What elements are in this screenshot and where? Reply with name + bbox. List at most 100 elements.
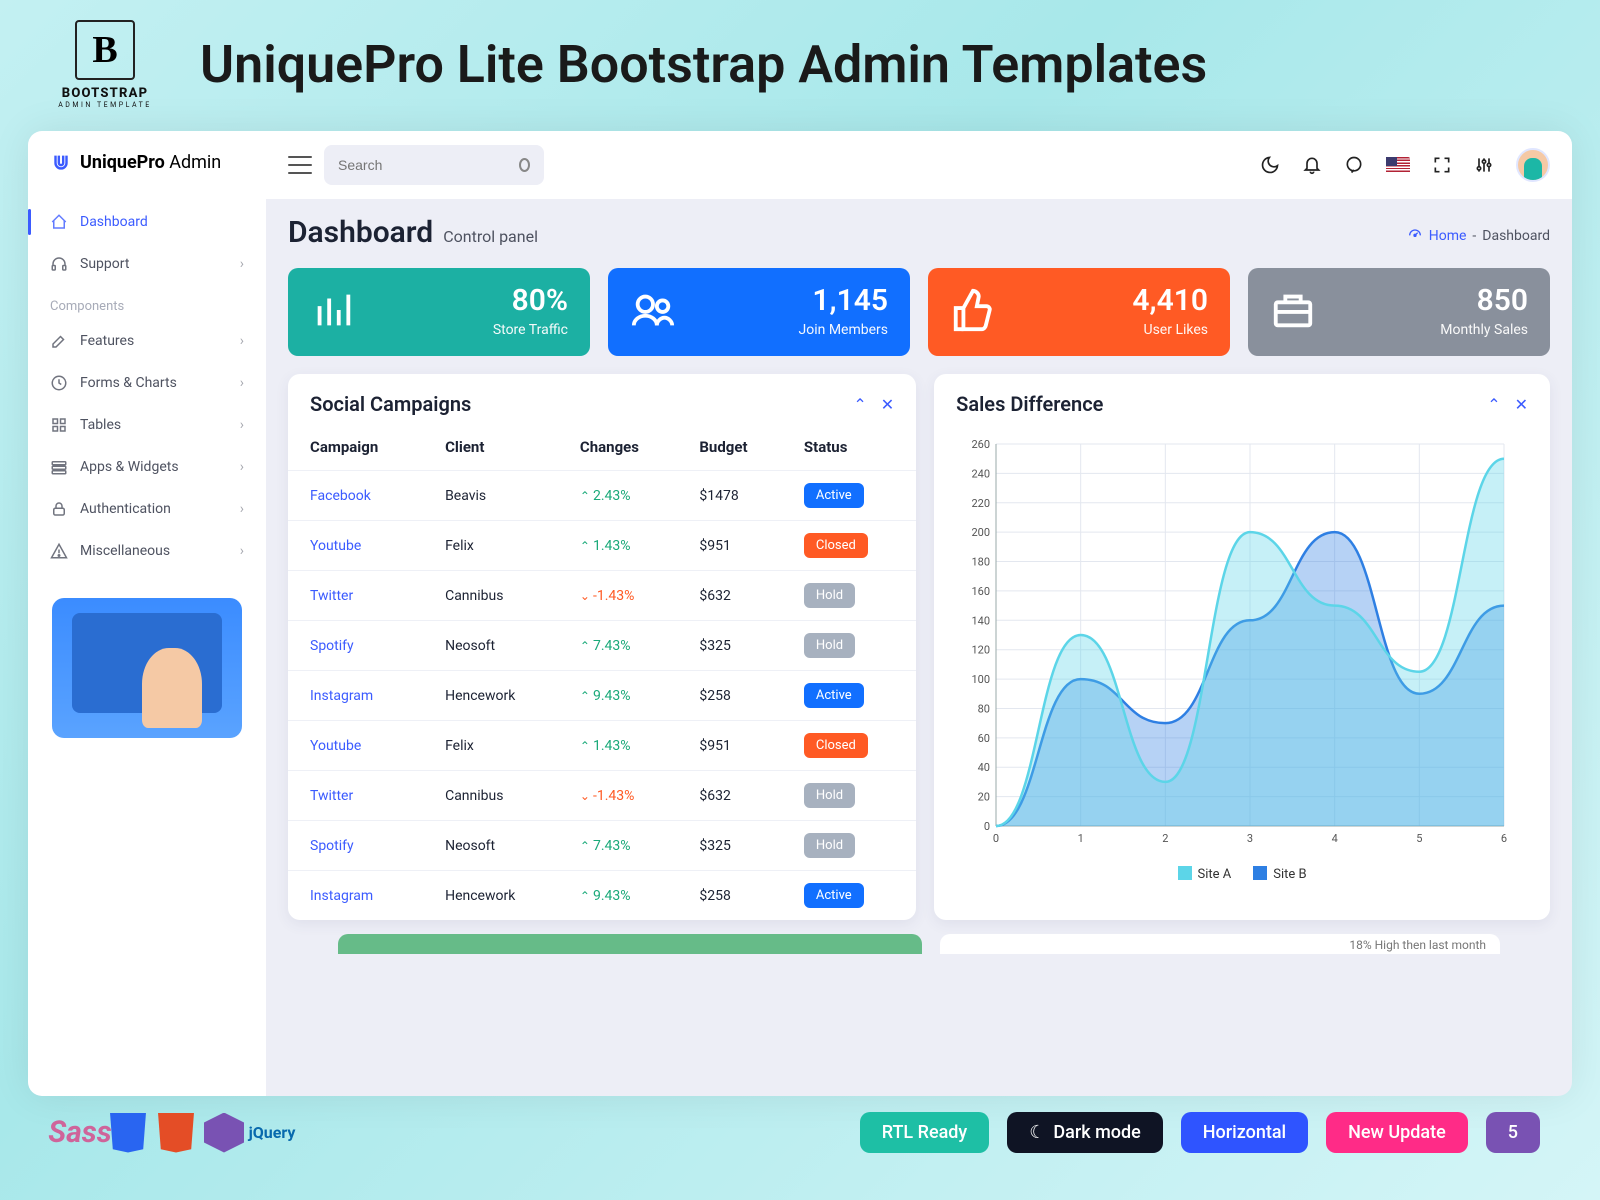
table-header: Status — [790, 424, 916, 471]
table-row[interactable]: YoutubeFelix⌃ 1.43%$951Closed — [288, 721, 916, 771]
pill-label: RTL Ready — [882, 1122, 968, 1143]
search-box[interactable] — [324, 145, 544, 185]
status-cell: Closed — [790, 521, 916, 571]
table-row[interactable]: FacebookBeavis⌃ 2.43%$1478Active — [288, 471, 916, 521]
status-badge: Hold — [804, 583, 855, 608]
edit-icon — [50, 332, 68, 350]
promo-title: UniquePro Lite Bootstrap Admin Templates — [200, 34, 1207, 95]
breadcrumb-sep: - — [1472, 228, 1476, 244]
campaign-name[interactable]: Twitter — [288, 571, 431, 621]
page-title: Dashboard — [288, 215, 433, 250]
user-avatar[interactable] — [1516, 148, 1550, 182]
stat-card-monthly-sales[interactable]: 850Monthly Sales — [1248, 268, 1550, 356]
change-value: ⌄ -1.43% — [566, 571, 685, 621]
sidebar-item-label: Authentication — [80, 501, 171, 517]
stat-value: 850 — [1477, 283, 1528, 318]
svg-text:140: 140 — [972, 614, 991, 627]
legend-swatch — [1253, 866, 1267, 880]
stat-card-user-likes[interactable]: 4,410User Likes — [928, 268, 1230, 356]
chart-area: 0204060801001201401601802002202402600123… — [934, 424, 1550, 902]
table-row[interactable]: SpotifyNeosoft⌃ 7.43%$325Hold — [288, 621, 916, 671]
sass-icon: Sass — [60, 1113, 100, 1153]
status-cell: Hold — [790, 571, 916, 621]
campaign-name[interactable]: Youtube — [288, 521, 431, 571]
table-row[interactable]: TwitterCannibus⌄ -1.43%$632Hold — [288, 571, 916, 621]
breadcrumb-home[interactable]: Home — [1429, 228, 1467, 244]
flag-us-icon[interactable] — [1386, 157, 1410, 174]
budget-value: $951 — [685, 721, 790, 771]
sidebar-item-features[interactable]: Features› — [28, 320, 266, 362]
campaign-name[interactable]: Instagram — [288, 871, 431, 921]
table-row[interactable]: InstagramHencework⌃ 9.43%$258Active — [288, 871, 916, 921]
campaign-name[interactable]: Twitter — [288, 771, 431, 821]
campaign-name[interactable]: Spotify — [288, 621, 431, 671]
stat-label: Join Members — [799, 322, 889, 338]
grid-icon — [50, 416, 68, 434]
collapse-icon[interactable]: ⌃ — [1487, 395, 1500, 414]
campaign-name[interactable]: Facebook — [288, 471, 431, 521]
moon-icon[interactable] — [1260, 155, 1280, 175]
svg-text:2: 2 — [1162, 832, 1168, 845]
svg-text:20: 20 — [978, 791, 990, 804]
legend-item[interactable]: Site A — [1178, 866, 1232, 882]
sidebar-item-forms-charts[interactable]: Forms & Charts› — [28, 362, 266, 404]
breadcrumb-current: Dashboard — [1482, 228, 1550, 244]
tech-icons: Sass jQuery — [60, 1113, 292, 1153]
chevron-right-icon: › — [240, 459, 244, 475]
pill-label: 5 — [1508, 1122, 1518, 1143]
layers-icon — [50, 458, 68, 476]
legend-item[interactable]: Site B — [1253, 866, 1306, 882]
sidebar-item-label: Forms & Charts — [80, 375, 177, 391]
promo-logo: B BOOTSTRAP ADMIN TEMPLATE — [40, 20, 170, 109]
status-badge: Active — [804, 683, 864, 708]
sidebar-item-tables[interactable]: Tables› — [28, 404, 266, 446]
legend-swatch — [1178, 866, 1192, 880]
campaign-name[interactable]: Youtube — [288, 721, 431, 771]
sidebar-item-label: Support — [80, 256, 129, 272]
table-row[interactable]: SpotifyNeosoft⌃ 7.43%$325Hold — [288, 821, 916, 871]
close-icon[interactable]: ✕ — [1515, 395, 1528, 414]
trend-up-icon: ⌃ — [580, 689, 590, 703]
close-icon[interactable]: ✕ — [881, 395, 894, 414]
sidebar-item-label: Dashboard — [80, 214, 148, 230]
status-cell: Active — [790, 871, 916, 921]
sidebar-item-apps-widgets[interactable]: Apps & Widgets› — [28, 446, 266, 488]
budget-value: $951 — [685, 521, 790, 571]
sidebar-item-support[interactable]: Support › — [28, 243, 266, 285]
campaign-name[interactable]: Instagram — [288, 671, 431, 721]
svg-text:200: 200 — [972, 526, 991, 539]
menu-toggle-button[interactable] — [288, 156, 312, 174]
sidebar-item-dashboard[interactable]: Dashboard — [28, 201, 266, 243]
settings-sliders-icon[interactable] — [1474, 155, 1494, 175]
table-row[interactable]: TwitterCannibus⌄ -1.43%$632Hold — [288, 771, 916, 821]
pill-new-update: New Update — [1326, 1112, 1468, 1153]
table-row[interactable]: InstagramHencework⌃ 9.43%$258Active — [288, 671, 916, 721]
campaign-name[interactable]: Spotify — [288, 821, 431, 871]
search-input[interactable] — [338, 157, 519, 173]
pill-rtl-ready: RTL Ready — [860, 1112, 990, 1153]
stat-card-join-members[interactable]: 1,145Join Members — [608, 268, 910, 356]
page-header: Dashboard Control panel Home - Dashboard — [288, 215, 1550, 250]
svg-text:120: 120 — [972, 644, 991, 657]
fullscreen-icon[interactable] — [1432, 155, 1452, 175]
svg-text:220: 220 — [972, 497, 991, 510]
html5-icon — [156, 1113, 196, 1153]
table-header: Campaign — [288, 424, 431, 471]
sidebar-item-authentication[interactable]: Authentication› — [28, 488, 266, 530]
panel-title: Social Campaigns — [310, 392, 471, 416]
sidebar-item-miscellaneous[interactable]: Miscellaneous› — [28, 530, 266, 572]
svg-text:80: 80 — [978, 702, 990, 715]
promo-logo-label: BOOTSTRAP — [62, 86, 148, 101]
bell-icon[interactable] — [1302, 155, 1322, 175]
search-icon — [519, 158, 530, 172]
trend-up-icon: ⌃ — [580, 639, 590, 653]
chat-icon[interactable] — [1344, 155, 1364, 175]
status-cell: Active — [790, 471, 916, 521]
table-row[interactable]: YoutubeFelix⌃ 1.43%$951Closed — [288, 521, 916, 571]
stat-card-store-traffic[interactable]: 80%Store Traffic — [288, 268, 590, 356]
lock-icon — [50, 500, 68, 518]
pill-horizontal: Horizontal — [1181, 1112, 1308, 1153]
brand[interactable]: ⋓ UniquePro Admin — [28, 131, 266, 193]
collapse-icon[interactable]: ⌃ — [853, 395, 866, 414]
budget-value: $632 — [685, 571, 790, 621]
